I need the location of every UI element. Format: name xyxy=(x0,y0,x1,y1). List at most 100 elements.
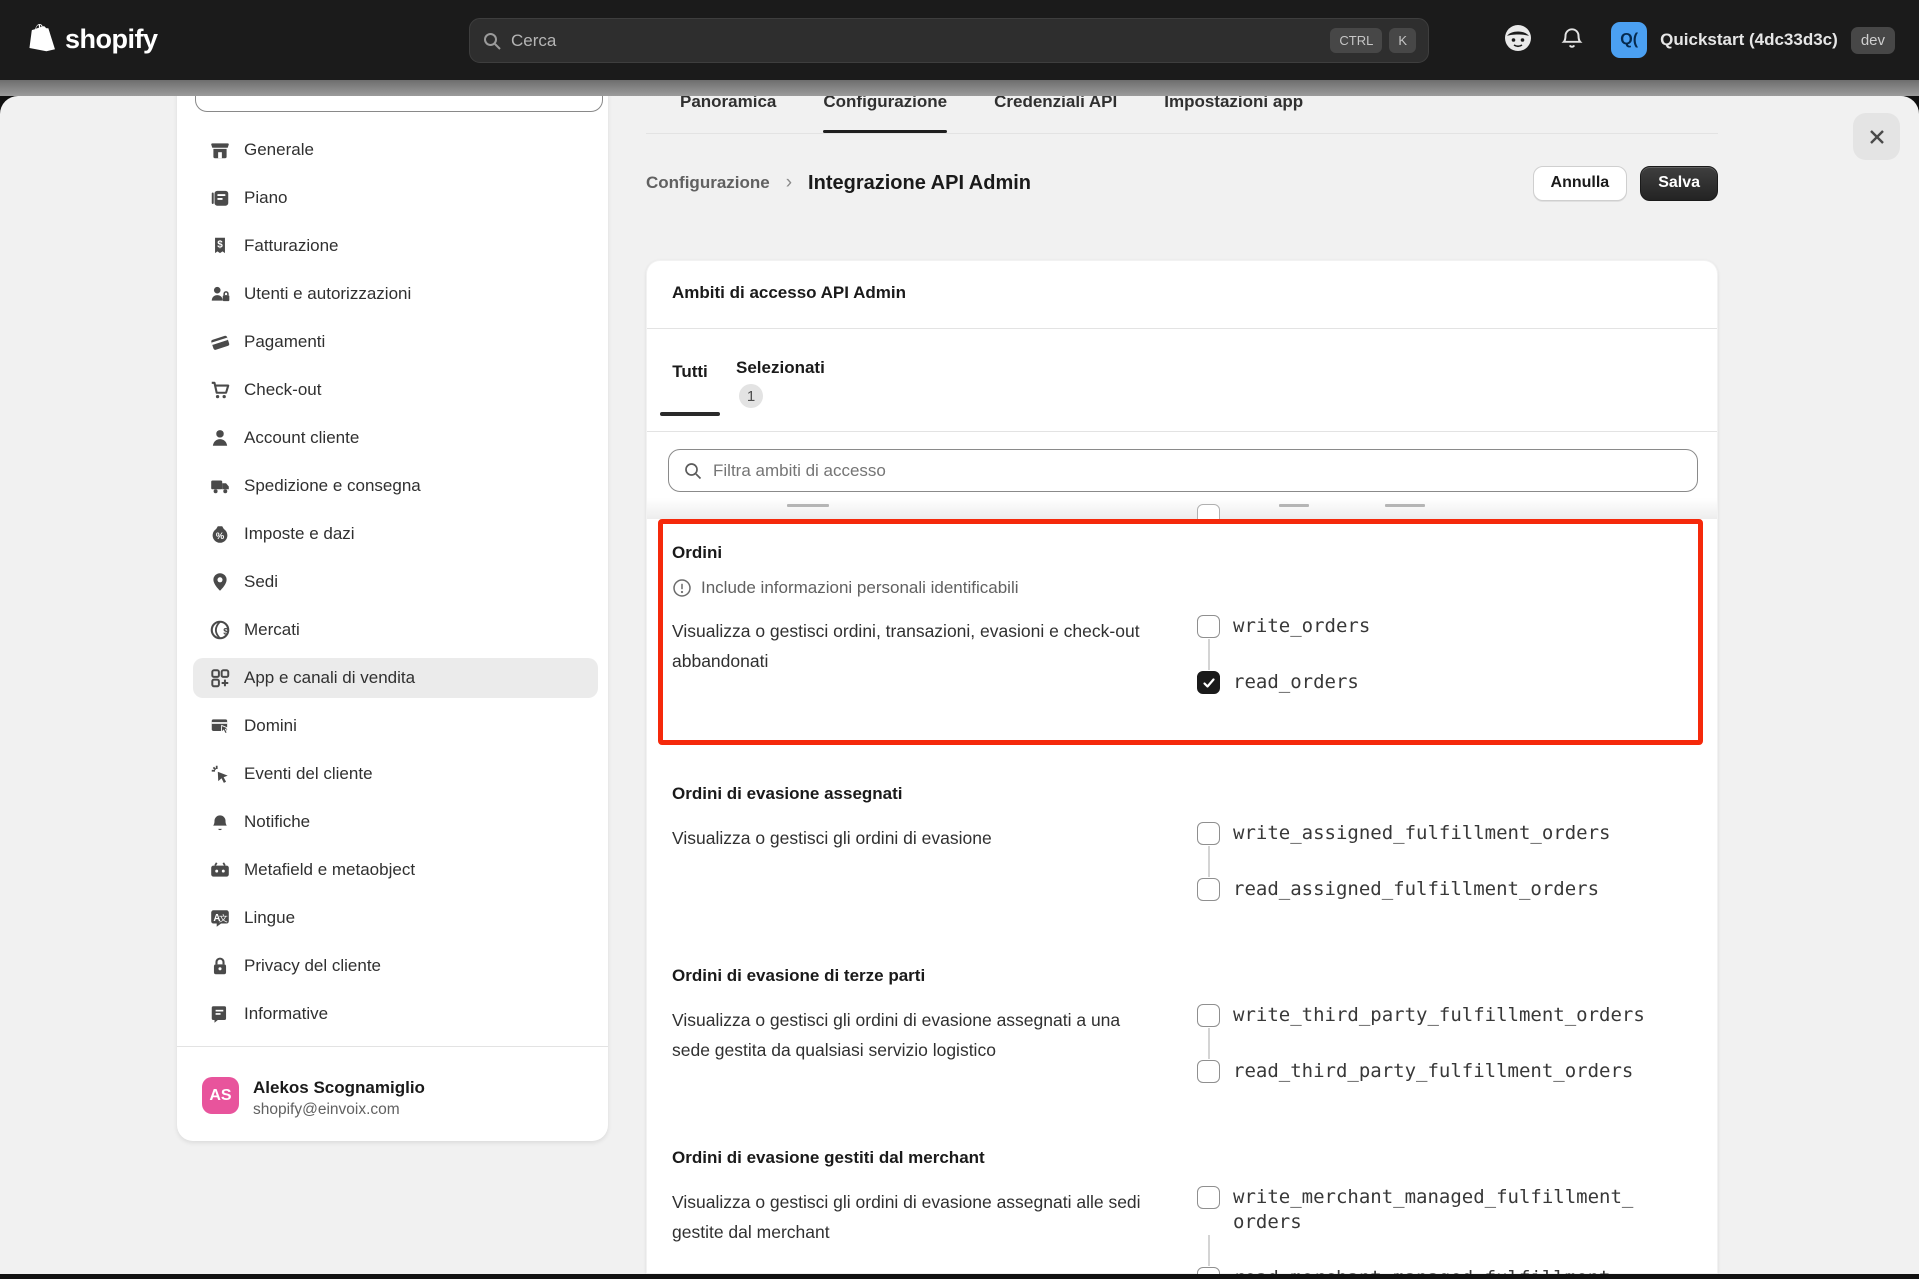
card-tabs-divider xyxy=(647,431,1717,432)
env-badge: dev xyxy=(1851,27,1895,54)
search-icon xyxy=(482,31,502,51)
sidebar-item-label: Notifiche xyxy=(244,812,310,832)
sidebar-item-sedi[interactable]: Sedi xyxy=(193,562,598,602)
user-avatar: AS xyxy=(202,1077,239,1114)
tax-icon: % xyxy=(209,523,231,545)
svg-text:$: $ xyxy=(217,240,223,251)
sidebar-divider xyxy=(177,1046,608,1047)
tab-panoramica[interactable]: Panoramica xyxy=(680,96,776,133)
checkbox-write_third_party_fulfillment_orders[interactable] xyxy=(1197,1004,1220,1027)
tab-configurazione[interactable]: Configurazione xyxy=(823,96,947,133)
sidebar-item-label: Mercati xyxy=(244,620,300,640)
sidebar-item-eventi-del-cliente[interactable]: Eventi del cliente xyxy=(193,754,598,794)
scope-row-read_third_party_fulfillment_orders: read_third_party_fulfillment_orders xyxy=(1197,1059,1645,1084)
tab-all-scopes[interactable]: Tutti xyxy=(660,328,720,416)
sidebar-item-metafield-e-metaobject[interactable]: Metafield e metaobject xyxy=(193,850,598,890)
cancel-button[interactable]: Annulla xyxy=(1533,166,1628,201)
section-description: Visualizza o gestisci gli ordini di evas… xyxy=(672,1187,1142,1247)
sidebar-item-imposte-e-dazi[interactable]: % Imposte e dazi xyxy=(193,514,598,554)
breadcrumb-chevron-icon: › xyxy=(786,172,792,194)
filter-scopes-input[interactable]: Filtra ambiti di accesso xyxy=(668,449,1698,492)
sidebar-menu: Generale Piano $Fatturazione Utenti e autor… xyxy=(177,130,608,1042)
shortcut-k-key: K xyxy=(1389,28,1416,53)
shopify-bag-icon xyxy=(27,22,57,56)
checkbox-write_merchant_managed_fulfillment_orders[interactable] xyxy=(1197,1186,1220,1209)
checkbox-read_orders[interactable] xyxy=(1197,671,1220,694)
sidebar-item-pagamenti[interactable]: Pagamenti xyxy=(193,322,598,362)
sidebar-item-generale[interactable]: Generale xyxy=(193,130,598,170)
assistant-icon[interactable] xyxy=(1503,23,1533,58)
page-title: Integrazione API Admin xyxy=(808,172,1031,195)
scope-row-write_orders: write_orders xyxy=(1197,614,1370,639)
notifications-bell-icon[interactable] xyxy=(1559,25,1585,56)
sidebar-search-input[interactable] xyxy=(195,96,603,112)
locations-icon xyxy=(209,571,231,593)
scope-row-read_merchant_managed_fulfillment_orders: read_merchant_managed_fulfillment_orders xyxy=(1197,1266,1633,1274)
tab-label: Panoramica xyxy=(680,96,776,113)
checkbox-read_third_party_fulfillment_orders[interactable] xyxy=(1197,1060,1220,1083)
card-header-divider xyxy=(647,328,1717,329)
sidebar-item-app-e-canali-di-vendita[interactable]: App e canali di vendita xyxy=(193,658,598,698)
clipped-row-sliver xyxy=(647,498,1717,519)
notifications-icon xyxy=(209,811,231,833)
scope-row-read_orders: read_orders xyxy=(1197,670,1370,695)
sidebar-item-label: Imposte e dazi xyxy=(244,524,355,544)
tab-selected-label: Selezionati xyxy=(736,356,825,380)
settings-modal: Generale Piano $Fatturazione Utenti e autor… xyxy=(0,96,1919,1274)
sidebar-user[interactable]: AS Alekos Scognamiglio shopify@einvoix.c… xyxy=(202,1077,425,1121)
close-button[interactable] xyxy=(1853,113,1900,160)
scope-section-2: Ordini di evasione di terze partiVisuali… xyxy=(647,965,1694,1109)
pii-note-text: Include informazioni personali identific… xyxy=(701,578,1019,598)
checkbox-read_assigned_fulfillment_orders[interactable] xyxy=(1197,878,1220,901)
breadcrumb-parent[interactable]: Configurazione xyxy=(646,173,770,193)
sidebar-item-fatturazione[interactable]: $Fatturazione xyxy=(193,226,598,266)
dimmed-backdrop xyxy=(0,80,1919,96)
sidebar-item-label: Lingue xyxy=(244,908,295,928)
tab-selected-scopes[interactable]: Selezionati 1 xyxy=(736,356,825,408)
sidebar-item-utenti-e-autorizzazioni[interactable]: Utenti e autorizzazioni xyxy=(193,274,598,314)
sidebar-item-privacy-del-cliente[interactable]: Privacy del cliente xyxy=(193,946,598,986)
sidebar-item-label: Domini xyxy=(244,716,297,736)
save-button[interactable]: Salva xyxy=(1640,166,1718,201)
global-search-input[interactable]: Cerca CTRL K xyxy=(469,18,1429,63)
tab-impostazioni-app[interactable]: Impostazioni app xyxy=(1164,96,1303,133)
svg-text:文: 文 xyxy=(219,912,228,923)
checkbox-read_merchant_managed_fulfillment_orders[interactable] xyxy=(1197,1267,1220,1274)
scope-name: write_merchant_managed_fulfillment_order… xyxy=(1233,1185,1633,1235)
apps-icon xyxy=(209,667,231,689)
shopify-logo[interactable]: shopify xyxy=(27,22,158,56)
info-icon xyxy=(672,578,692,598)
sidebar-item-spedizione-e-consegna[interactable]: Spedizione e consegna xyxy=(193,466,598,506)
sidebar-item-piano[interactable]: Piano xyxy=(193,178,598,218)
sidebar-item-label: Check-out xyxy=(244,380,321,400)
sidebar-item-notifiche[interactable]: Notifiche xyxy=(193,802,598,842)
sidebar-item-label: Sedi xyxy=(244,572,278,592)
scope-checkbox-column: write_assigned_fulfillment_ordersread_as… xyxy=(1197,821,1611,902)
shipping-icon xyxy=(209,475,231,497)
sidebar-item-check-out[interactable]: Check-out xyxy=(193,370,598,410)
sidebar-item-mercati[interactable]: $ Mercati xyxy=(193,610,598,650)
clipped-text xyxy=(787,504,829,507)
sidebar-item-informative[interactable]: Informative xyxy=(193,994,598,1034)
sidebar-item-domini[interactable]: Domini xyxy=(193,706,598,746)
frame-bottom-edge xyxy=(0,1274,1919,1279)
tab-credenziali-api[interactable]: Credenziali API xyxy=(994,96,1117,133)
checkbox-connector xyxy=(1208,1028,1210,1059)
checkbox-write_orders[interactable] xyxy=(1197,615,1220,638)
store-menu[interactable]: Q( Quickstart (4dc33d3c) dev xyxy=(1611,22,1895,58)
checkbox-write_assigned_fulfillment_orders[interactable] xyxy=(1197,822,1220,845)
metafields-icon xyxy=(209,859,231,881)
card-title: Ambiti di accesso API Admin xyxy=(672,283,906,303)
selected-count-badge: 1 xyxy=(739,384,763,408)
sidebar-item-lingue[interactable]: A文Lingue xyxy=(193,898,598,938)
sidebar-item-account-cliente[interactable]: Account cliente xyxy=(193,418,598,458)
section-description: Visualizza o gestisci gli ordini di evas… xyxy=(672,823,1142,853)
section-heading: Ordini di evasione di terze parti xyxy=(672,965,1694,987)
sidebar-item-label: Metafield e metaobject xyxy=(244,860,415,880)
page-header: Configurazione › Integrazione API Admin … xyxy=(646,165,1718,201)
scope-name: write_third_party_fulfillment_orders xyxy=(1233,1003,1645,1028)
svg-text:%: % xyxy=(216,531,225,541)
svg-text:$: $ xyxy=(223,626,229,636)
plan-icon xyxy=(209,187,231,209)
users-icon xyxy=(209,283,231,305)
